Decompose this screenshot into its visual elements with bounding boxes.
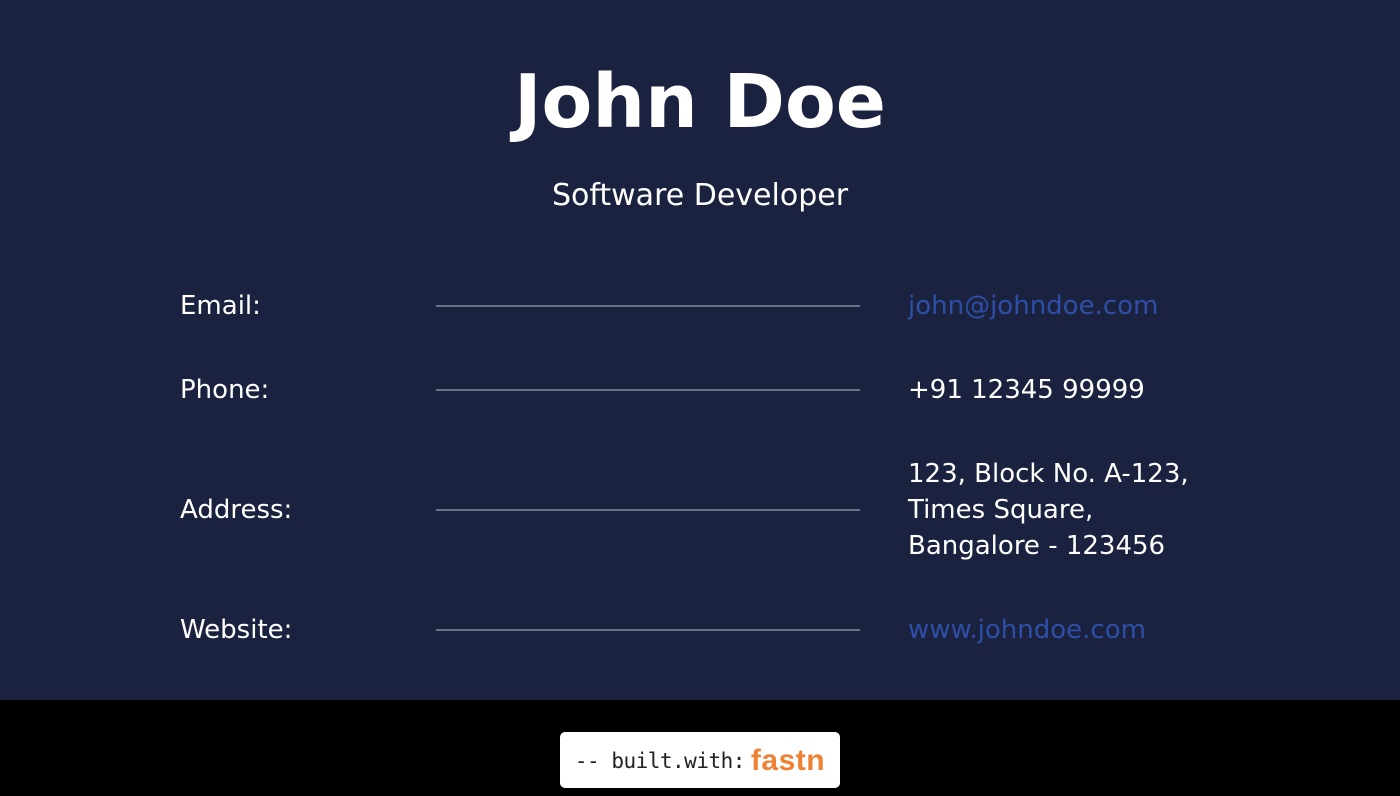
- phone-label: Phone:: [180, 375, 270, 405]
- address-divider: [436, 509, 860, 511]
- footer: -- built.with: fastn: [0, 700, 1400, 796]
- job-title: Software Developer: [551, 178, 849, 213]
- address-label: Address:: [180, 495, 293, 525]
- resume-card: John Doe Software Developer Email: john@…: [0, 0, 1400, 700]
- email-divider: [436, 305, 860, 307]
- address-value: 123, Block No. A-123, Times Square, Bang…: [908, 456, 1189, 564]
- phone-value: +91 12345 99999: [908, 375, 1145, 405]
- website-divider: [436, 629, 860, 631]
- email-link[interactable]: john@johndoe.com: [908, 288, 1158, 324]
- phone-divider: [436, 389, 860, 391]
- badge-prefix: -- built.with:: [574, 749, 746, 773]
- address-line: 123, Block No. A-123,: [908, 459, 1189, 489]
- website-link[interactable]: www.johndoe.com: [908, 612, 1146, 648]
- fastn-logo: fastn: [750, 744, 826, 777]
- website-label: Website:: [180, 615, 293, 645]
- address-line: Times Square,: [908, 495, 1094, 525]
- built-with-fastn-badge[interactable]: -- built.with: fastn: [560, 732, 840, 788]
- person-name: John Doe: [514, 59, 886, 145]
- address-line: Bangalore - 123456: [908, 531, 1166, 561]
- email-label: Email:: [180, 291, 261, 321]
